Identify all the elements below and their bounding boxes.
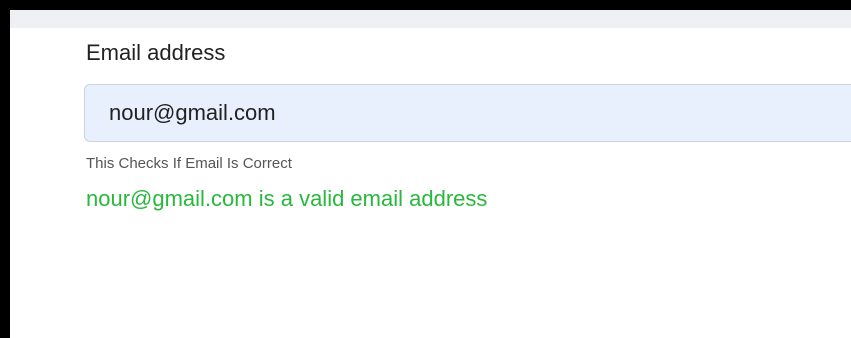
email-label: Email address (86, 40, 226, 65)
email-help-text: This Checks If Email Is Correct (86, 155, 292, 172)
top-strip (10, 10, 851, 28)
email-form: Email address This Checks If Email Is Co… (10, 28, 851, 338)
email-input[interactable] (84, 84, 851, 142)
left-frame-border (0, 0, 10, 338)
screenshot-frame: Email address This Checks If Email Is Co… (0, 0, 851, 338)
email-validation-message: nour@gmail.com is a valid email address (86, 186, 488, 211)
top-frame-border (0, 0, 851, 10)
